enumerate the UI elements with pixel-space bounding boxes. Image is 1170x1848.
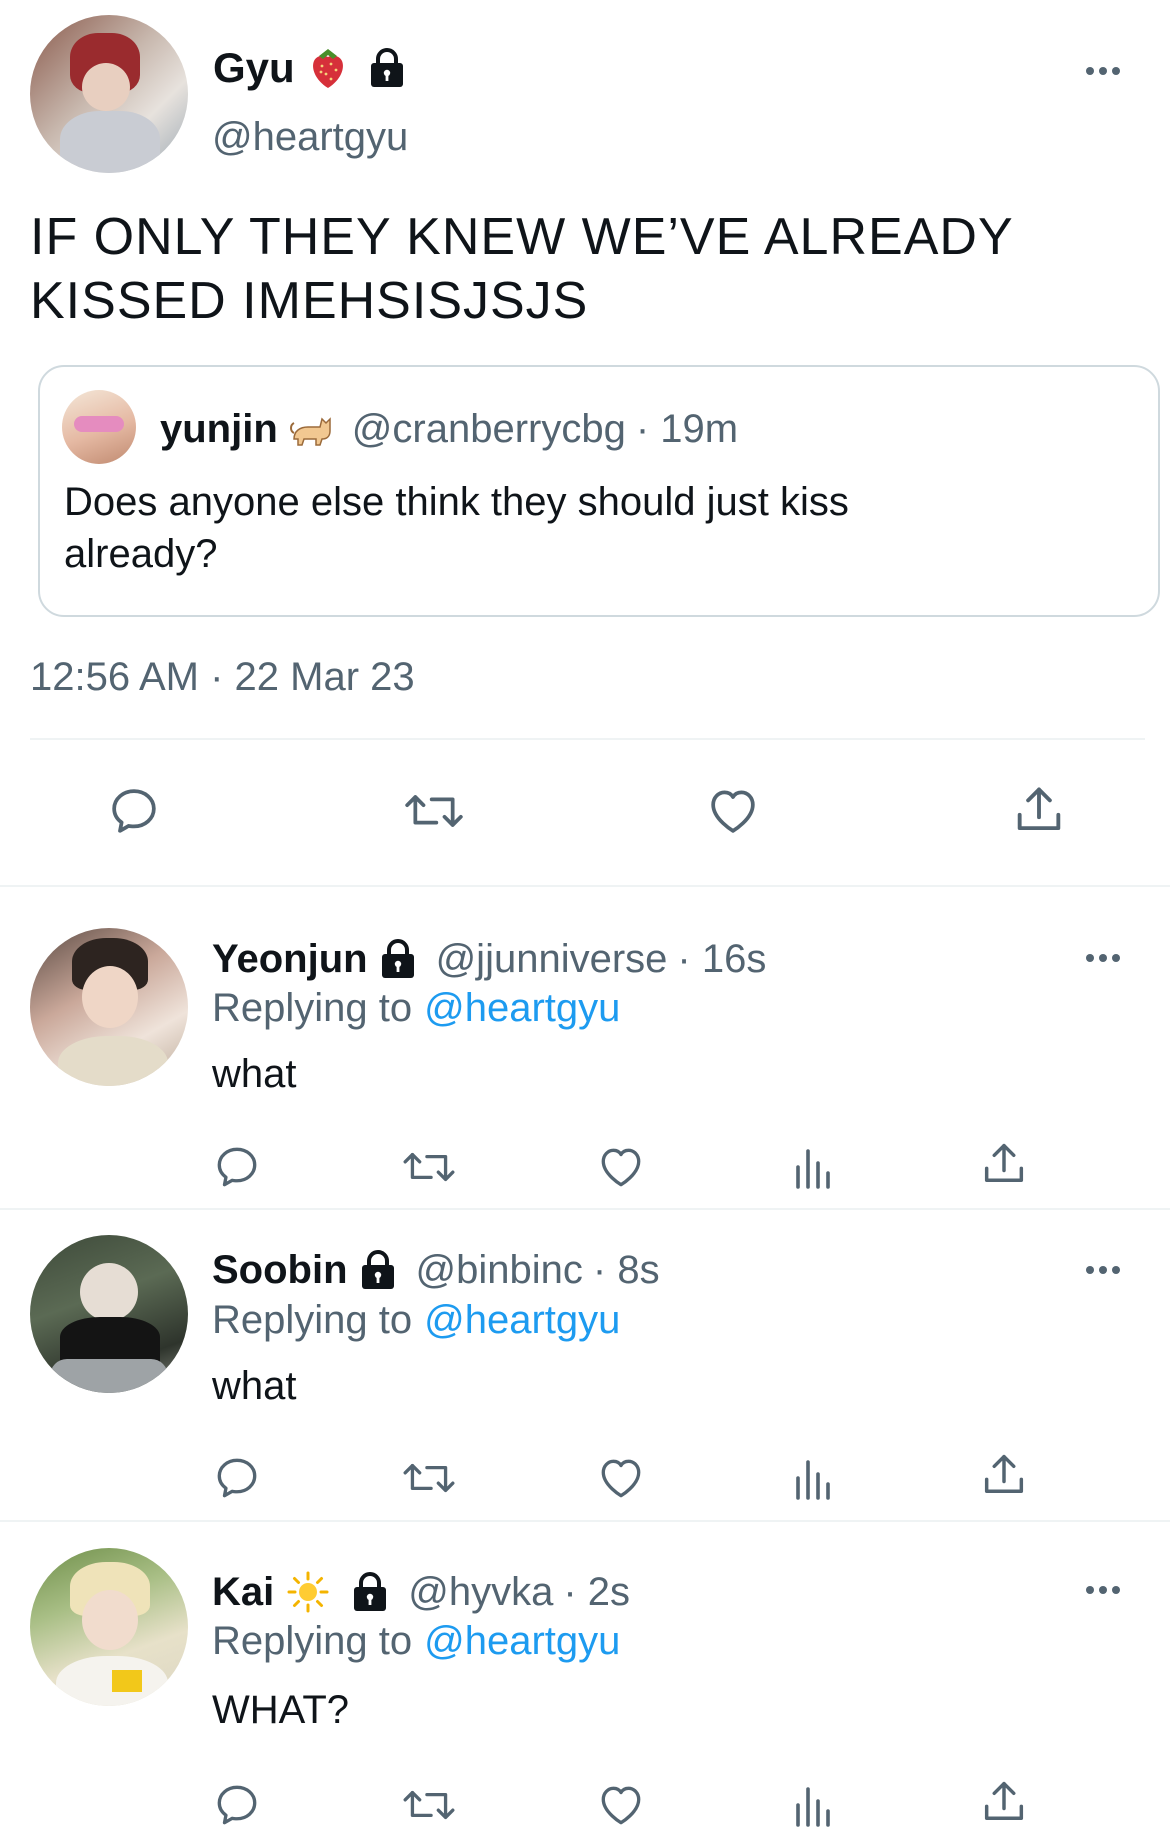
reply-icon[interactable]: [212, 1453, 262, 1503]
tweet-timestamp[interactable]: 12:56 AM · 22 Mar 23: [30, 655, 415, 700]
replying-to-handle[interactable]: @heartgyu: [424, 1298, 620, 1343]
author-row: Gyu: [213, 40, 407, 96]
replying-to-label: Replying to: [212, 1618, 413, 1663]
quote-text-line: Does anyone else think they should just …: [64, 480, 849, 524]
like-icon[interactable]: [595, 1142, 647, 1192]
share-icon[interactable]: [978, 1138, 1030, 1190]
like-icon[interactable]: [595, 1780, 647, 1830]
analytics-icon[interactable]: [792, 1142, 836, 1192]
divider: [30, 738, 1145, 740]
tweet-text-line: KISSED IMEHSISJSJS: [30, 272, 589, 330]
avatar[interactable]: [30, 928, 188, 1086]
analytics-icon[interactable]: [792, 1453, 836, 1503]
analytics-icon[interactable]: [792, 1780, 836, 1830]
reply-icon[interactable]: [106, 783, 162, 839]
reply-author-handle[interactable]: @jjunniverse: [436, 937, 668, 982]
author-name[interactable]: Gyu: [213, 44, 295, 92]
like-icon[interactable]: [704, 783, 762, 839]
more-options-icon[interactable]: [1086, 62, 1126, 75]
share-icon[interactable]: [1010, 781, 1068, 839]
tweet-text: IF ONLY THEY KNEW WE’VE ALREADY KISSED I…: [30, 205, 1014, 333]
strawberry-icon: [309, 46, 347, 90]
replying-to-handle[interactable]: @heartgyu: [424, 986, 620, 1031]
divider: [0, 1208, 1170, 1210]
replying-to-handle[interactable]: @heartgyu: [424, 1619, 620, 1664]
sun-icon: [286, 1570, 330, 1614]
replying-to: Replying to @heartgyu: [212, 1294, 620, 1346]
more-options-icon[interactable]: [1086, 1581, 1126, 1594]
replying-to: Replying to @heartgyu: [212, 982, 620, 1034]
share-icon[interactable]: [978, 1776, 1030, 1828]
retweet-icon[interactable]: [400, 1780, 458, 1830]
more-options-icon[interactable]: [1086, 949, 1126, 962]
reply-time: · 2s: [563, 1569, 631, 1614]
avatar[interactable]: [30, 1548, 188, 1706]
avatar[interactable]: [30, 1235, 188, 1393]
reply-time: · 8s: [592, 1247, 660, 1292]
cat-icon: [289, 409, 334, 449]
lock-icon: [378, 939, 418, 979]
retweet-icon[interactable]: [400, 783, 468, 839]
divider: [0, 1520, 1170, 1522]
lock-icon: [367, 48, 407, 88]
quote-avatar: [62, 390, 136, 464]
reply-header: Soobin @binbinc · 8s: [212, 1244, 660, 1296]
quote-time: · 19m: [635, 406, 739, 451]
retweet-icon[interactable]: [400, 1142, 458, 1192]
quote-text: Does anyone else think they should just …: [64, 476, 849, 580]
reply-author-handle[interactable]: @hyvka: [408, 1570, 553, 1615]
reply-text: WHAT?: [212, 1688, 350, 1732]
divider: [0, 885, 1170, 887]
replying-to: Replying to @heartgyu: [212, 1615, 620, 1667]
quote-header: yunjin @cranberrycbg · 19m: [160, 404, 738, 454]
replying-to-label: Replying to: [212, 1297, 413, 1342]
reply-author-handle[interactable]: @binbinc: [416, 1248, 583, 1293]
lock-icon: [358, 1250, 398, 1290]
lock-icon: [350, 1572, 390, 1612]
reply-text: what: [212, 1364, 297, 1408]
reply-icon[interactable]: [212, 1142, 262, 1192]
replying-to-label: Replying to: [212, 985, 413, 1030]
quote-text-line: already?: [64, 532, 218, 576]
like-icon[interactable]: [595, 1453, 647, 1503]
author-handle[interactable]: @heartgyu: [212, 115, 408, 160]
reply-text: what: [212, 1052, 297, 1096]
reply-author-name[interactable]: Soobin: [212, 1248, 348, 1293]
quote-author-handle: @cranberrycbg: [351, 406, 626, 451]
reply-author-name[interactable]: Kai: [212, 1570, 274, 1615]
reply-time: · 16s: [677, 936, 767, 981]
avatar[interactable]: [30, 15, 188, 173]
reply-icon[interactable]: [212, 1780, 262, 1830]
tweet-text-line: IF ONLY THEY KNEW WE’VE ALREADY: [30, 208, 1014, 266]
share-icon[interactable]: [978, 1449, 1030, 1501]
more-options-icon[interactable]: [1086, 1261, 1126, 1274]
reply-author-name[interactable]: Yeonjun: [212, 937, 368, 982]
reply-header: Kai @hyvka · 2s: [212, 1566, 630, 1618]
reply-header: Yeonjun @jjunniverse · 16s: [212, 933, 766, 985]
retweet-icon[interactable]: [400, 1453, 458, 1503]
quote-author-name: yunjin: [160, 406, 278, 451]
